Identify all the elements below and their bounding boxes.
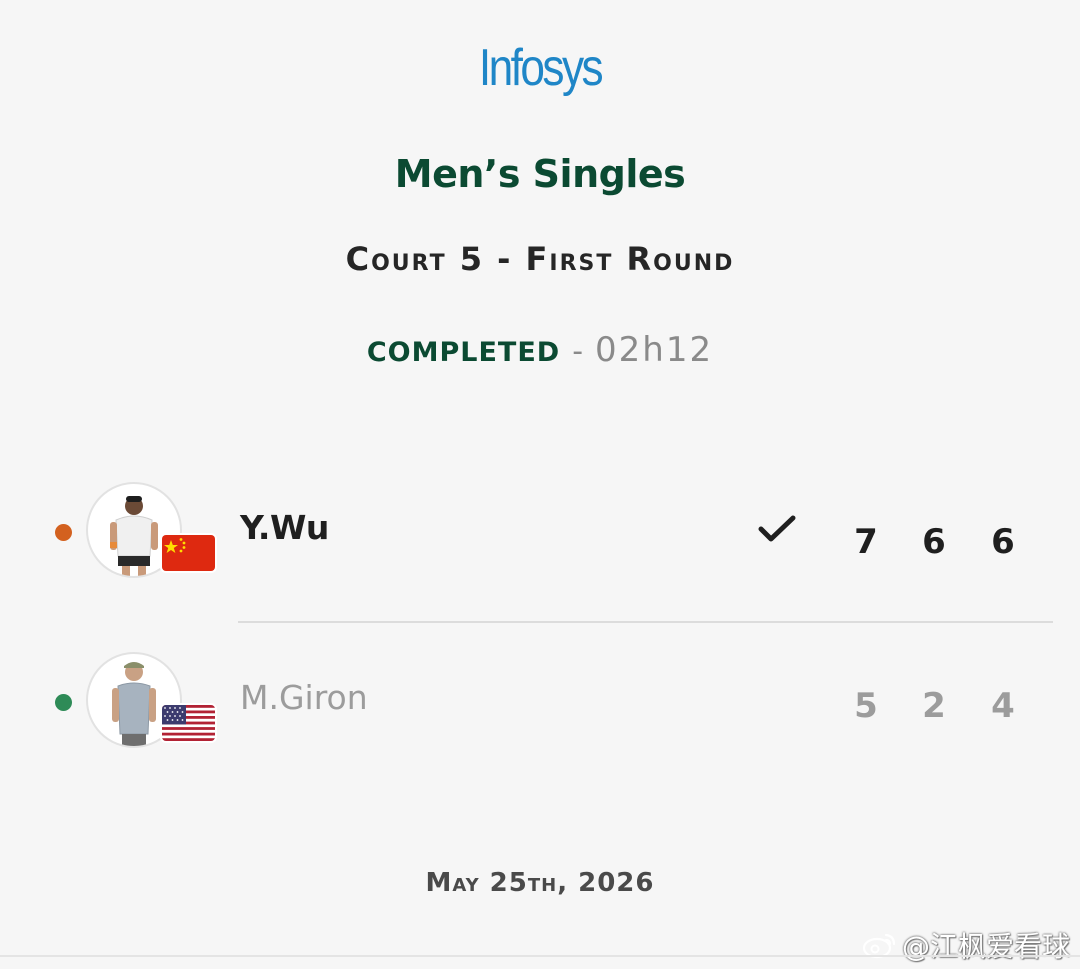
player-row-1[interactable]: Y.Wu 7 6 6	[0, 478, 1080, 588]
usa-flag-icon	[162, 705, 215, 741]
player-name[interactable]: Y.Wu	[240, 508, 329, 547]
match-status-line: COMPLETED -02h12	[0, 330, 1080, 370]
serve-indicator-dot	[55, 694, 72, 711]
event-title: Men’s Singles	[394, 152, 686, 196]
watermark-text: @江枫爱看球	[901, 930, 1070, 963]
set-score: 2	[922, 686, 946, 726]
china-flag-icon	[162, 535, 215, 571]
set-score: 6	[991, 522, 1015, 562]
set-score: 4	[991, 686, 1015, 726]
set-score: 6	[922, 522, 946, 562]
status-separator: -	[572, 334, 584, 369]
player-divider	[238, 621, 1053, 623]
watermark: @江枫爱看球	[862, 925, 1070, 965]
player-row-2[interactable]: M.Giron 5 2 4	[0, 648, 1080, 758]
sponsor-logo: Infosys	[478, 39, 604, 97]
serve-indicator-dot	[55, 524, 72, 541]
set-score: 5	[854, 686, 878, 726]
status-label: COMPLETED	[366, 337, 561, 368]
match-date: May 25th, 2026	[425, 868, 655, 898]
bottom-divider	[0, 955, 1080, 957]
set-score: 7	[854, 522, 878, 562]
checkmark-icon	[758, 515, 796, 542]
player-name[interactable]: M.Giron	[240, 678, 368, 717]
court-round-title: Court 5 - First Round	[345, 240, 735, 278]
match-duration: 02h12	[595, 330, 714, 370]
